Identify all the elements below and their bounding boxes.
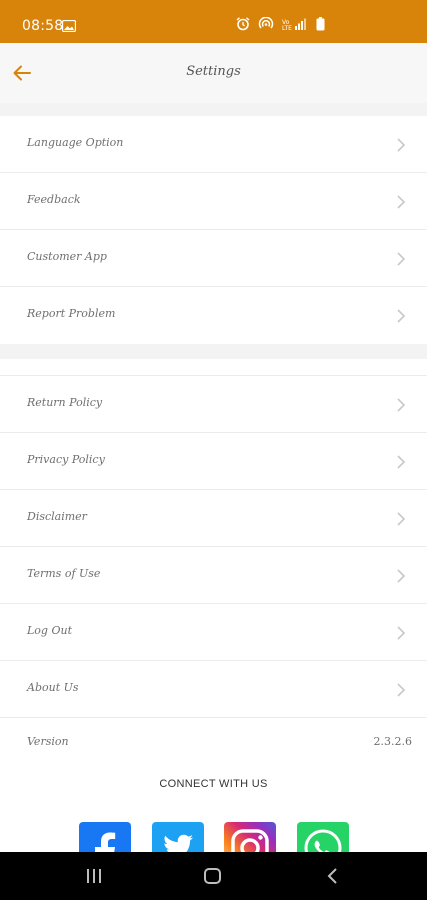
chevron-right-icon [396, 454, 406, 470]
app-header: Settings [0, 43, 427, 103]
chevron-right-icon [396, 251, 406, 267]
image-icon [61, 19, 77, 37]
settings-item-report-problem[interactable]: Report Problem [0, 287, 427, 344]
settings-item-return-policy[interactable]: Return Policy [0, 376, 427, 433]
settings-list-general: Language Option Feedback Customer App Re… [0, 116, 427, 344]
settings-item-label: About Us [27, 681, 79, 694]
settings-item-label: Language Option [27, 136, 124, 149]
section-spacer [0, 103, 427, 116]
chevron-right-icon [396, 137, 406, 153]
chevron-right-icon [396, 682, 406, 698]
settings-item-label: Privacy Policy [27, 453, 105, 466]
hotspot-icon [258, 16, 274, 36]
settings-item-terms-of-use[interactable]: Terms of Use [0, 547, 427, 604]
chevron-right-icon [396, 194, 406, 210]
battery-icon [316, 17, 325, 36]
back-icon[interactable] [325, 866, 341, 891]
alarm-icon [236, 17, 250, 36]
settings-item-label: Report Problem [27, 307, 116, 320]
system-nav-bar [0, 852, 427, 900]
settings-item-about-us[interactable]: About Us [0, 661, 427, 718]
version-label: Version [27, 735, 69, 748]
connect-title: CONNECT WITH US [159, 778, 268, 790]
recent-apps-icon[interactable] [85, 866, 103, 891]
settings-item-customer-app[interactable]: Customer App [0, 230, 427, 287]
signal-icon: Vo LTE [282, 17, 308, 36]
settings-item-language-option[interactable]: Language Option [0, 116, 427, 173]
settings-item-log-out[interactable]: Log Out [0, 604, 427, 661]
settings-item-feedback[interactable]: Feedback [0, 173, 427, 230]
settings-item-label: Disclaimer [27, 510, 87, 523]
version-value: 2.3.2.6 [373, 735, 412, 748]
chevron-right-icon [396, 397, 406, 413]
settings-item-disclaimer[interactable]: Disclaimer [0, 490, 427, 547]
home-icon[interactable] [203, 866, 223, 891]
settings-item-label: Feedback [27, 193, 81, 206]
settings-item-label: Terms of Use [27, 567, 101, 580]
settings-list-legal: Return Policy Privacy Policy Disclaimer … [0, 375, 427, 718]
status-time: 08:58 [22, 18, 64, 34]
settings-item-label: Return Policy [27, 396, 103, 409]
section-spacer [0, 344, 427, 359]
page-title: Settings [186, 64, 241, 79]
status-icons: Vo LTE [236, 16, 325, 36]
svg-text:LTE: LTE [282, 25, 292, 31]
chevron-right-icon [396, 308, 406, 324]
settings-item-label: Log Out [27, 624, 72, 637]
status-bar: 08:58 Vo LTE [0, 0, 427, 43]
chevron-right-icon [396, 511, 406, 527]
version-row: Version 2.3.2.6 [0, 716, 427, 766]
settings-item-privacy-policy[interactable]: Privacy Policy [0, 433, 427, 490]
settings-item-label: Customer App [27, 250, 107, 263]
chevron-right-icon [396, 568, 406, 584]
chevron-right-icon [396, 625, 406, 641]
